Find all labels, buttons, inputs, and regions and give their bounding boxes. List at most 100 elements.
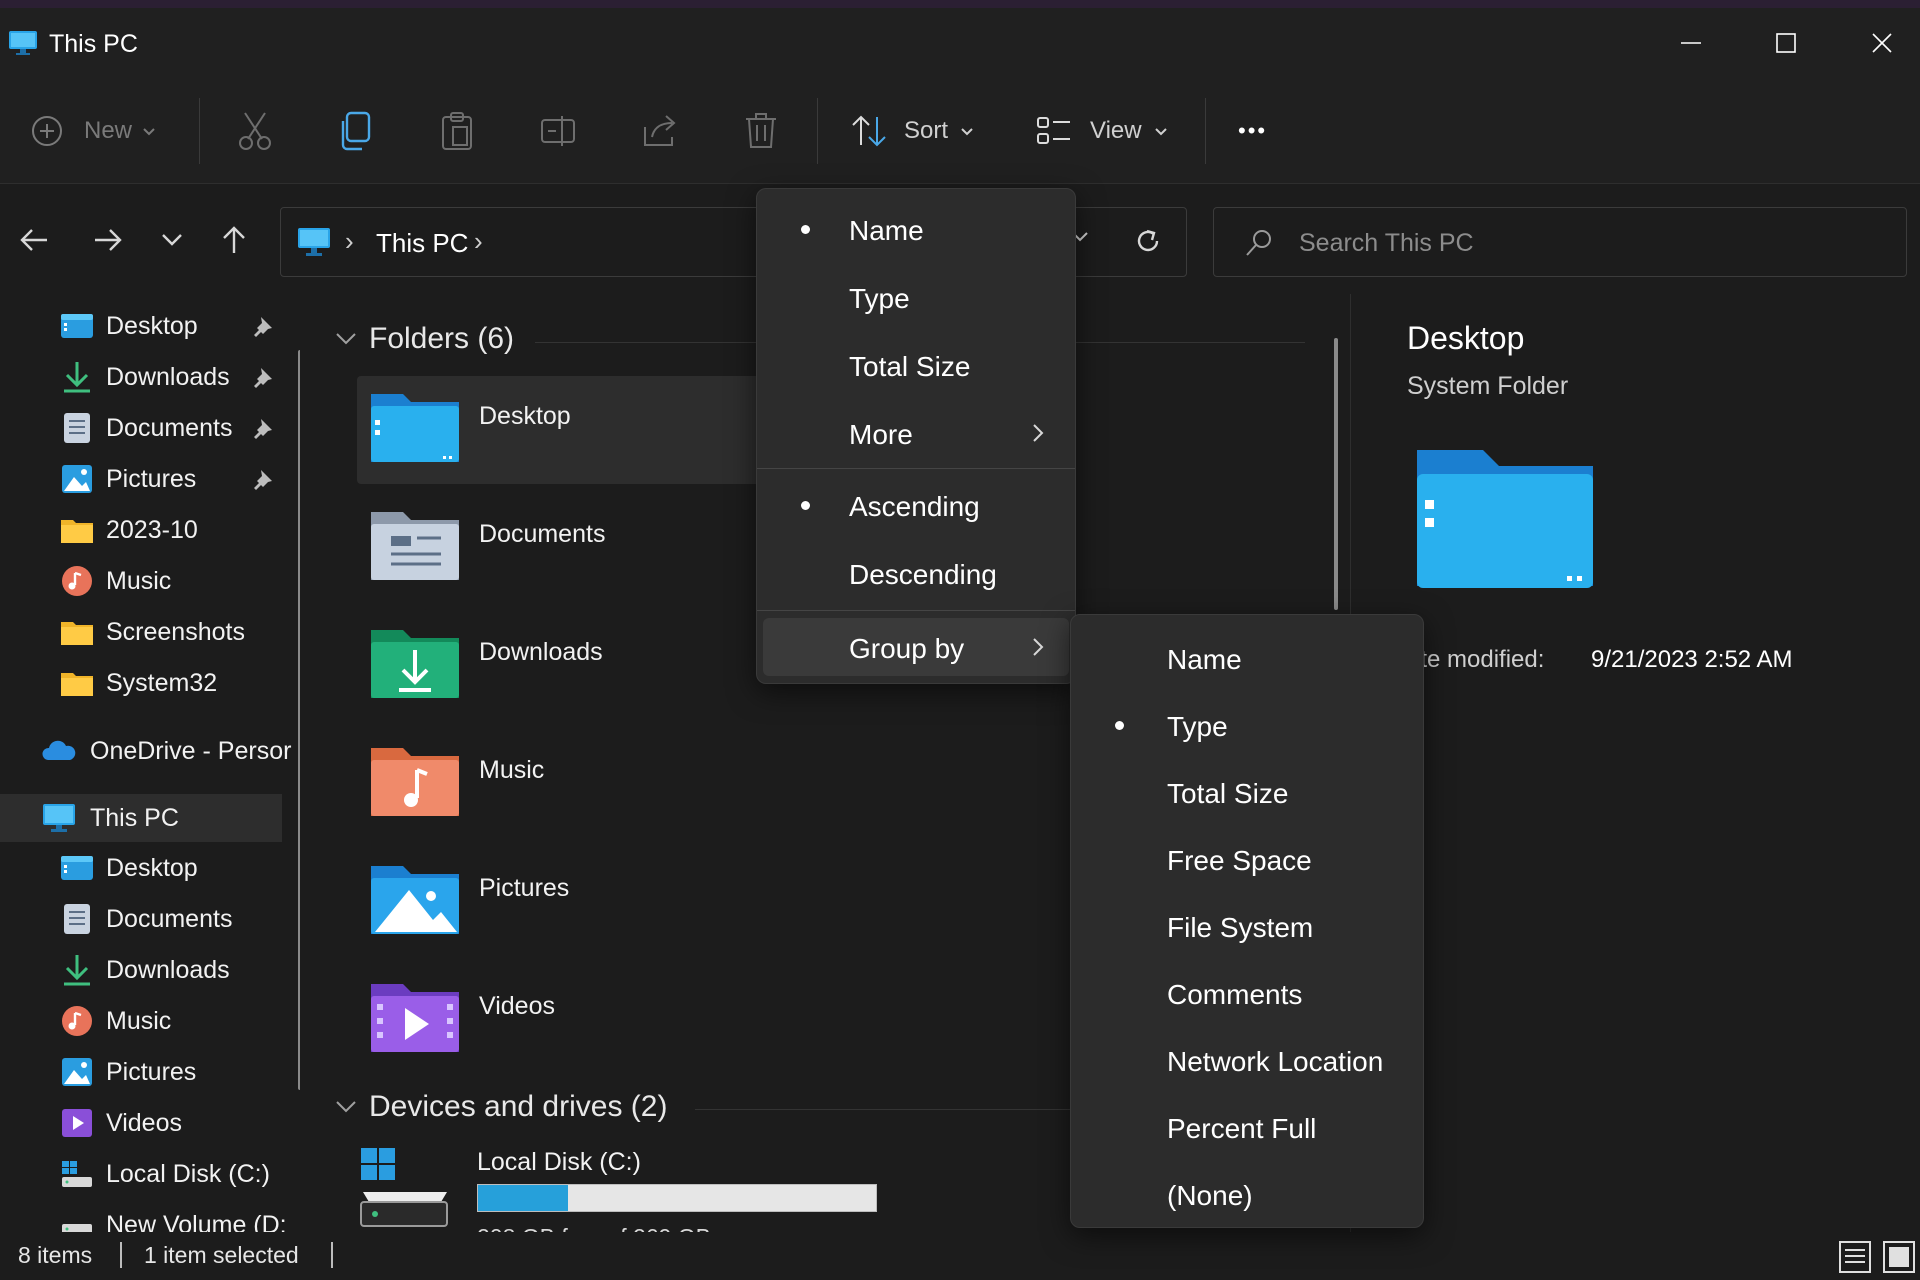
recent-locations-button[interactable] bbox=[152, 220, 192, 260]
menu-item-label: Comments bbox=[1167, 979, 1303, 1010]
share-button[interactable] bbox=[642, 106, 680, 156]
paste-button[interactable] bbox=[440, 106, 474, 156]
status-separator bbox=[120, 1242, 122, 1268]
back-button[interactable] bbox=[14, 220, 54, 260]
sort-menu-item-group-by[interactable]: Group by bbox=[763, 618, 1069, 676]
sidebar-item-music[interactable]: Music bbox=[0, 557, 282, 605]
group-by-item-total-size[interactable]: Total Size bbox=[1077, 763, 1417, 821]
rename-button[interactable] bbox=[540, 106, 578, 156]
menu-item-label: Network Location bbox=[1167, 1046, 1384, 1077]
group-by-item-network-location[interactable]: Network Location bbox=[1077, 1031, 1417, 1089]
group-by-item-none[interactable]: (None) bbox=[1077, 1165, 1417, 1223]
sidebar-item-label: 2023-10 bbox=[106, 516, 198, 544]
sidebar-item-label: Videos bbox=[106, 1109, 182, 1137]
sidebar-item-onedrive[interactable]: OneDrive - Persor bbox=[0, 727, 291, 775]
drive-item-local-disk[interactable]: Local Disk (C:) 208 GB free of 269 GB bbox=[357, 1146, 957, 1250]
details-pane: Desktop System Folder ate modified: 9/21… bbox=[1350, 294, 1920, 1232]
view-button[interactable]: View bbox=[1036, 106, 1168, 156]
group-by-item-file-system[interactable]: File System bbox=[1077, 897, 1417, 955]
status-item-count: 8 items bbox=[18, 1242, 93, 1268]
downloads-icon bbox=[64, 362, 90, 393]
folder-item-downloads[interactable]: Downloads bbox=[357, 612, 777, 720]
sidebar-item-pictures[interactable]: Pictures bbox=[0, 455, 282, 503]
navigation-pane: Desktop Downloads Documents Pictures 202… bbox=[0, 294, 300, 1232]
details-subtitle: System Folder bbox=[1407, 372, 1569, 400]
sidebar-item-this-pc[interactable]: This PC bbox=[0, 794, 282, 842]
sort-menu-item-type[interactable]: Type bbox=[763, 268, 1069, 326]
sidebar-item-desktop[interactable]: Desktop bbox=[0, 302, 282, 350]
details-title: Desktop bbox=[1407, 320, 1525, 356]
group-by-item-free-space[interactable]: Free Space bbox=[1077, 830, 1417, 888]
drive-usage-bar bbox=[477, 1184, 877, 1212]
sidebar-item-desktop[interactable]: Desktop bbox=[0, 844, 282, 892]
sidebar-item-downloads[interactable]: Downloads bbox=[0, 353, 282, 401]
search-input[interactable]: Search This PC bbox=[1213, 207, 1907, 277]
maximize-button[interactable] bbox=[1751, 18, 1821, 68]
minimize-button[interactable] bbox=[1656, 18, 1726, 68]
status-separator bbox=[331, 1242, 333, 1268]
new-button[interactable]: New bbox=[30, 106, 156, 156]
sidebar-item-label: Pictures bbox=[106, 1058, 197, 1086]
sort-menu-item-total-size[interactable]: Total Size bbox=[763, 336, 1069, 394]
folder-item-videos[interactable]: Videos bbox=[357, 966, 777, 1074]
folder-item-desktop[interactable]: Desktop bbox=[357, 376, 777, 484]
group-by-item-name[interactable]: Name bbox=[1077, 629, 1417, 687]
window-title: This PC bbox=[49, 30, 138, 58]
search-placeholder: Search This PC bbox=[1299, 229, 1474, 257]
folder-item-pictures[interactable]: Pictures bbox=[357, 848, 777, 956]
sidebar-item-system32[interactable]: System32 bbox=[0, 659, 282, 707]
breadcrumb-this-pc[interactable]: This PC bbox=[376, 228, 468, 259]
menu-item-label: Total Size bbox=[849, 351, 971, 382]
breadcrumb-separator: › bbox=[345, 226, 354, 256]
delete-icon bbox=[746, 113, 776, 148]
sidebar-item-local-disk[interactable]: Local Disk (C:) bbox=[0, 1150, 282, 1198]
menu-separator bbox=[757, 610, 1075, 611]
sidebar-item-new-volume[interactable]: New Volume (D: bbox=[0, 1201, 287, 1232]
sort-menu-item-name[interactable]: Name bbox=[763, 200, 1069, 258]
sort-menu-item-more[interactable]: More bbox=[763, 404, 1069, 462]
sort-menu-item-descending[interactable]: Descending bbox=[763, 544, 1069, 602]
sort-menu-item-ascending[interactable]: Ascending bbox=[763, 476, 1069, 534]
group-by-item-comments[interactable]: Comments bbox=[1077, 964, 1417, 1022]
group-by-item-percent-full[interactable]: Percent Full bbox=[1077, 1098, 1417, 1156]
sidebar-item-screenshots[interactable]: Screenshots bbox=[0, 608, 282, 656]
chevron-down-icon bbox=[1154, 128, 1167, 136]
folder-item-music[interactable]: Music bbox=[357, 730, 777, 838]
details-view-icon[interactable] bbox=[1838, 1240, 1872, 1274]
music-folder-icon bbox=[371, 748, 459, 816]
chevron-down-icon bbox=[336, 1101, 356, 1113]
this-pc-icon bbox=[43, 804, 75, 832]
menu-item-label: Free Space bbox=[1167, 845, 1312, 876]
menu-item-label: Group by bbox=[849, 633, 965, 664]
content-scrollbar[interactable] bbox=[1334, 338, 1338, 610]
sidebar-item-pictures[interactable]: Pictures bbox=[0, 1048, 282, 1096]
sidebar-scrollbar[interactable] bbox=[298, 350, 300, 1090]
group-by-item-type[interactable]: Type bbox=[1077, 696, 1417, 754]
sidebar-item-downloads[interactable]: Downloads bbox=[0, 946, 282, 994]
copy-button[interactable] bbox=[340, 106, 374, 156]
refresh-icon[interactable] bbox=[1133, 226, 1163, 256]
menu-item-label: Name bbox=[849, 215, 924, 246]
forward-button[interactable] bbox=[88, 220, 128, 260]
sidebar-item-documents[interactable]: Documents bbox=[0, 895, 282, 943]
menu-item-label: File System bbox=[1167, 912, 1314, 943]
sort-button[interactable]: Sort bbox=[850, 106, 974, 156]
music-icon bbox=[62, 566, 92, 596]
delete-button[interactable] bbox=[744, 106, 778, 156]
close-button[interactable] bbox=[1847, 18, 1917, 68]
cut-button[interactable] bbox=[236, 106, 274, 156]
minimize-icon bbox=[1681, 42, 1701, 44]
folder-item-documents[interactable]: Documents bbox=[357, 494, 777, 602]
sidebar-item-documents[interactable]: Documents bbox=[0, 404, 282, 452]
sidebar-item-videos[interactable]: Videos bbox=[0, 1099, 282, 1147]
drives-group-header[interactable]: Devices and drives (2) bbox=[335, 1090, 667, 1124]
sidebar-item-2023-10[interactable]: 2023-10 bbox=[0, 506, 282, 554]
more-button[interactable]: ••• bbox=[1238, 106, 1267, 156]
folders-group-header[interactable]: Folders (6) bbox=[335, 322, 514, 356]
menu-item-label: (None) bbox=[1167, 1180, 1253, 1211]
tiles-view-icon[interactable] bbox=[1882, 1240, 1916, 1274]
sidebar-item-music[interactable]: Music bbox=[0, 997, 282, 1045]
arrow-up-icon bbox=[223, 226, 245, 253]
up-button[interactable] bbox=[214, 220, 254, 260]
breadcrumb-separator[interactable]: › bbox=[474, 226, 483, 257]
